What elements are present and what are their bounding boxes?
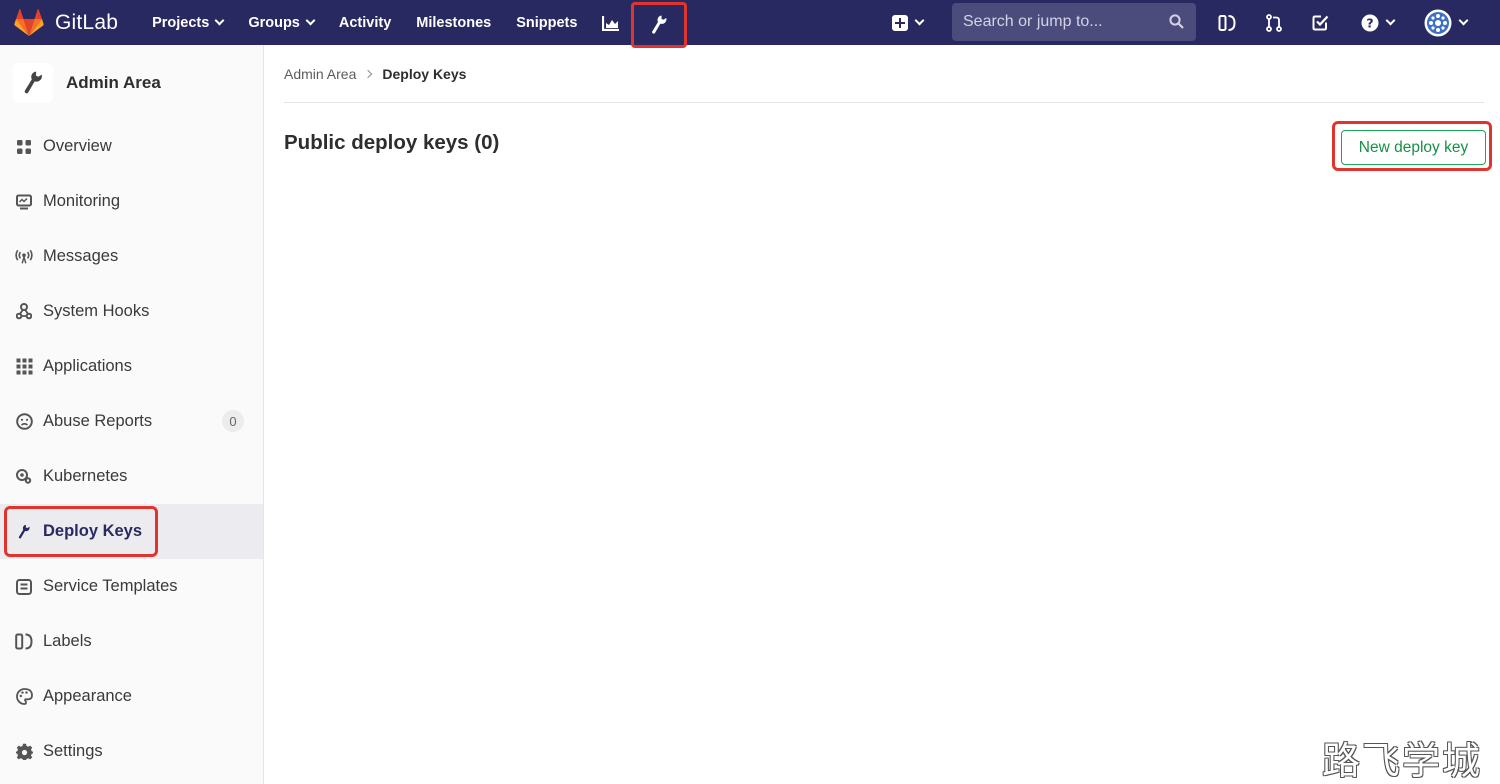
nav-snippets[interactable]: Snippets	[516, 15, 577, 31]
watermark: 路飞学城	[1322, 739, 1483, 783]
avatar-icon	[1424, 9, 1452, 36]
nav-milestones[interactable]: Milestones	[416, 15, 491, 31]
search-input[interactable]: Search or jump to...	[952, 3, 1196, 41]
sidebar-item-deploy-keys[interactable]: Deploy Keys	[0, 504, 263, 559]
sidebar-title: Admin Area	[66, 72, 161, 92]
new-deploy-key-button[interactable]: New deploy key	[1341, 130, 1486, 165]
wrench-icon	[24, 71, 42, 93]
new-dropdown-button[interactable]	[892, 14, 925, 31]
sidebar-item-appearance[interactable]: Appearance	[0, 669, 263, 724]
gear-icon	[15, 743, 33, 761]
sidebar-item-settings[interactable]: Settings	[0, 724, 263, 779]
sidebar-item-label: System Hooks	[43, 302, 150, 320]
sidebar-item-label: Abuse Reports	[43, 412, 153, 430]
sidebar-item-label: Applications	[43, 357, 132, 375]
apps-icon	[15, 358, 33, 376]
search-placeholder: Search or jump to...	[963, 13, 1103, 30]
sidebar-item-label: Monitoring	[43, 192, 121, 210]
help-icon: ?	[1361, 14, 1379, 31]
nav-projects-label: Projects	[152, 14, 210, 31]
wrench-icon	[652, 15, 667, 34]
chevron-right-icon	[364, 69, 373, 78]
sidebar-item-system-hooks[interactable]: System Hooks	[0, 284, 263, 339]
chevron-down-icon	[1458, 15, 1469, 26]
key-icon	[15, 523, 33, 541]
search-icon	[1169, 14, 1184, 34]
chevron-down-icon	[914, 15, 925, 26]
template-icon	[15, 578, 33, 596]
chevron-down-icon	[214, 15, 225, 26]
gitlab-logo-icon	[14, 8, 44, 36]
brand[interactable]: GitLab	[14, 0, 118, 45]
chevron-down-icon	[305, 15, 316, 26]
nav-groups-label: Groups	[248, 14, 300, 31]
sidebar-item-labels[interactable]: Labels	[0, 614, 263, 669]
monitor-icon	[15, 193, 33, 211]
plus-square-icon	[892, 14, 908, 31]
chevron-down-icon	[1385, 15, 1396, 26]
admin-area-wrench-button[interactable]	[631, 1, 688, 48]
nav-activity-label: Activity	[338, 14, 392, 31]
sidebar-item-label: Deploy Keys	[43, 522, 143, 540]
nav-activity[interactable]: Activity	[339, 15, 391, 31]
todo-icon[interactable]	[1312, 14, 1329, 31]
kubernetes-icon	[15, 468, 33, 486]
breadcrumb: Admin Area Deploy Keys	[284, 45, 1484, 103]
sidebar-item-kubernetes[interactable]: Kubernetes	[0, 449, 263, 504]
sidebar-item-label: Kubernetes	[43, 467, 128, 485]
sidebar-item-abuse-reports[interactable]: Abuse Reports 0	[0, 394, 263, 449]
sidebar-item-label: Settings	[43, 742, 103, 760]
sidebar-item-applications[interactable]: Applications	[0, 339, 263, 394]
nav-milestones-label: Milestones	[416, 14, 492, 31]
nav-snippets-label: Snippets	[516, 14, 578, 31]
palette-icon	[15, 688, 33, 706]
broadcast-icon	[15, 248, 33, 266]
sad-face-icon	[15, 413, 33, 431]
breadcrumb-current[interactable]: Deploy Keys	[382, 66, 466, 82]
chart-icon[interactable]	[602, 15, 620, 31]
sidebar-item-label: Overview	[43, 137, 112, 155]
nav-groups[interactable]: Groups	[248, 14, 316, 31]
brand-name: GitLab	[55, 10, 119, 34]
admin-sidebar: Admin Area Overview Monitoring Messages …	[0, 45, 264, 784]
sidebar-item-messages[interactable]: Messages	[0, 229, 263, 284]
breadcrumb-admin-area[interactable]: Admin Area	[284, 66, 356, 82]
sidebar-item-overview[interactable]: Overview	[0, 119, 263, 174]
sidebar-item-service-templates[interactable]: Service Templates	[0, 559, 263, 614]
labels-icon	[15, 633, 33, 651]
grid-icon	[15, 138, 33, 156]
issues-icon[interactable]	[1218, 14, 1236, 32]
admin-avatar	[13, 62, 53, 103]
nav-projects[interactable]: Projects	[152, 14, 225, 31]
sidebar-header[interactable]: Admin Area	[0, 45, 263, 120]
sidebar-item-label: Messages	[43, 247, 119, 265]
page-title: Public deploy keys (0)	[284, 131, 500, 154]
sidebar-item-monitoring[interactable]: Monitoring	[0, 174, 263, 229]
user-menu[interactable]	[1424, 9, 1469, 37]
help-dropdown[interactable]: ?	[1361, 14, 1396, 32]
hook-icon	[15, 303, 33, 321]
sidebar-item-label: Labels	[43, 632, 92, 650]
abuse-reports-count-badge: 0	[222, 410, 244, 432]
sidebar-item-label: Appearance	[43, 687, 132, 705]
svg-text:?: ?	[1366, 15, 1373, 30]
sidebar-item-label: Service Templates	[43, 577, 178, 595]
merge-request-icon[interactable]	[1266, 13, 1282, 32]
